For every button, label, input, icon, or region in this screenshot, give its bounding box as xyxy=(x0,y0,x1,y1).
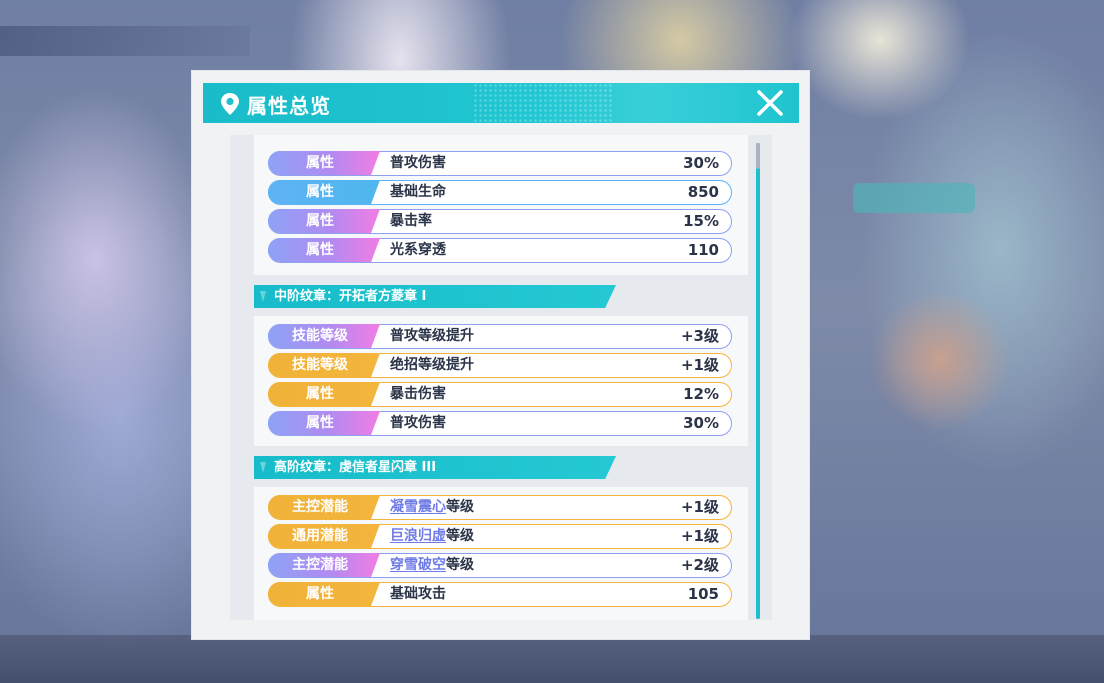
label-suffix: 等级 xyxy=(446,557,474,573)
attribute-value: +2级 xyxy=(680,556,719,574)
attribute-label: 基础攻击 xyxy=(390,586,446,602)
potential-link[interactable]: 穿雪破空 xyxy=(390,557,446,573)
attribute-overview-dialog: 属性总览 属性 普攻伤害 30% 属性 基础生命 850 属性 暴击率 15% xyxy=(191,70,810,640)
list-item: 通用潜能 巨浪归虚等级 +1级 xyxy=(268,524,732,549)
attribute-tag: 主控潜能 xyxy=(268,553,380,577)
scrollbar-thumb[interactable] xyxy=(756,143,760,619)
attribute-tag: 属性 xyxy=(268,180,380,204)
attribute-label: 凝雪震心等级 xyxy=(390,496,474,518)
attribute-value: 30% xyxy=(683,414,719,432)
list-item: 属性 普攻伤害 30% xyxy=(268,411,732,436)
dialog-header: 属性总览 xyxy=(203,83,799,123)
attribute-value: 110 xyxy=(687,241,719,259)
attribute-label: 普攻伤害 xyxy=(390,415,446,431)
list-item: 技能等级 绝招等级提升 +1级 xyxy=(268,353,732,378)
background-teal-badge xyxy=(853,183,975,213)
attribute-value: 850 xyxy=(687,183,719,201)
attribute-tag: 属性 xyxy=(268,582,380,606)
attribute-value: 105 xyxy=(687,585,719,603)
attribute-label: 绝招等级提升 xyxy=(390,357,474,373)
list-item: 主控潜能 穿雪破空等级 +2级 xyxy=(268,553,732,578)
attribute-label: 暴击率 xyxy=(390,213,432,229)
attribute-label: 穿雪破空等级 xyxy=(390,554,474,576)
attribute-value: 30% xyxy=(683,154,719,172)
attribute-label: 巨浪归虚等级 xyxy=(390,525,474,547)
potential-link[interactable]: 巨浪归虚 xyxy=(390,528,446,544)
section-title-mid-emblem: 中阶纹章：开拓者方菱章 I xyxy=(254,285,616,308)
attribute-tag: 属性 xyxy=(268,209,380,233)
label-suffix: 等级 xyxy=(446,499,474,515)
section-title-high-emblem: 高阶纹章：虔信者星闪章 III xyxy=(254,456,616,479)
attribute-list-scroll-area[interactable]: 属性 普攻伤害 30% 属性 基础生命 850 属性 暴击率 15% 属性 光系… xyxy=(230,135,772,620)
potential-link[interactable]: 凝雪震心 xyxy=(390,499,446,515)
list-item: 属性 暴击伤害 12% xyxy=(268,382,732,407)
background-top-left-hud xyxy=(0,26,250,56)
attribute-tag: 属性 xyxy=(268,238,380,262)
attribute-value: +1级 xyxy=(680,498,719,516)
attribute-label: 暴击伤害 xyxy=(390,386,446,402)
attribute-tag: 属性 xyxy=(268,411,380,435)
attribute-tag: 技能等级 xyxy=(268,324,380,348)
attribute-label: 光系穿透 xyxy=(390,242,446,258)
list-item: 属性 基础攻击 105 xyxy=(268,582,732,607)
dialog-title: 属性总览 xyxy=(247,94,331,118)
attribute-value: +1级 xyxy=(680,527,719,545)
mid-emblem-group: 技能等级 普攻等级提升 +3级 技能等级 绝招等级提升 +1级 属性 暴击伤害 … xyxy=(254,316,748,446)
attribute-value: +1级 xyxy=(680,356,719,374)
list-item: 属性 光系穿透 110 xyxy=(268,238,732,263)
section-title-text: 中阶纹章：开拓者方菱章 I xyxy=(274,289,427,304)
header-dot-pattern xyxy=(473,83,613,123)
list-item: 主控潜能 凝雪震心等级 +1级 xyxy=(268,495,732,520)
attribute-value: 12% xyxy=(683,385,719,403)
base-attribute-group: 属性 普攻伤害 30% 属性 基础生命 850 属性 暴击率 15% 属性 光系… xyxy=(254,135,748,275)
attribute-label: 普攻等级提升 xyxy=(390,328,474,344)
attribute-tag: 属性 xyxy=(268,151,380,175)
list-item: 技能等级 普攻等级提升 +3级 xyxy=(268,324,732,349)
attribute-value: +3级 xyxy=(680,327,719,345)
list-item: 属性 普攻伤害 30% xyxy=(268,151,732,176)
attribute-label: 基础生命 xyxy=(390,184,446,200)
attribute-tag: 主控潜能 xyxy=(268,495,380,519)
attribute-tag: 属性 xyxy=(268,382,380,406)
background-bottom-bar xyxy=(0,635,1104,683)
close-icon[interactable] xyxy=(755,88,785,118)
attribute-tag: 技能等级 xyxy=(268,353,380,377)
list-item: 属性 基础生命 850 xyxy=(268,180,732,205)
attribute-label: 普攻伤害 xyxy=(390,155,446,171)
list-item: 属性 暴击率 15% xyxy=(268,209,732,234)
section-title-text: 高阶纹章：虔信者星闪章 III xyxy=(274,460,437,475)
attribute-tag: 通用潜能 xyxy=(268,524,380,548)
location-pin-icon xyxy=(221,93,239,115)
label-suffix: 等级 xyxy=(446,528,474,544)
high-emblem-group: 主控潜能 凝雪震心等级 +1级 通用潜能 巨浪归虚等级 +1级 主控潜能 穿雪破… xyxy=(254,487,748,620)
attribute-value: 15% xyxy=(683,212,719,230)
